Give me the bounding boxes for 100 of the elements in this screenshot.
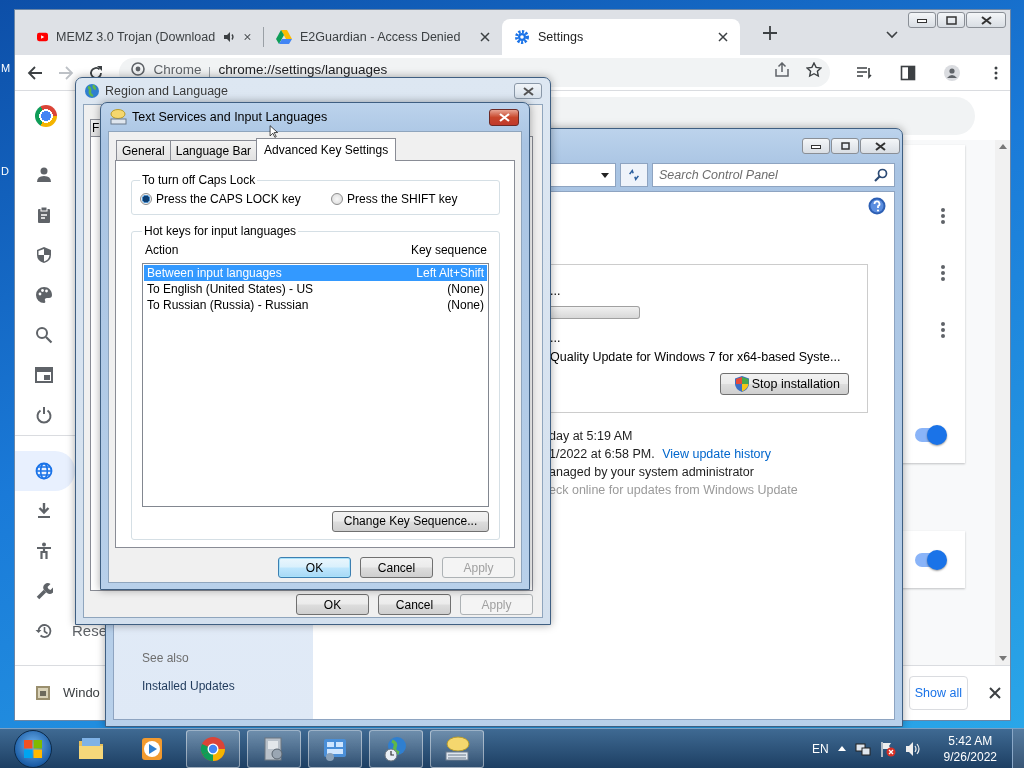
- group-title: To turn off Caps Lock: [141, 173, 257, 188]
- share-icon[interactable]: [774, 62, 790, 78]
- action-text: To Russian (Russia) - Russian: [147, 296, 309, 314]
- status-text: ...: [550, 329, 562, 347]
- wrench-icon: [35, 582, 53, 600]
- dialog-tab[interactable]: Language Bar: [169, 140, 258, 160]
- dialog-button[interactable]: OK: [278, 557, 351, 578]
- change-key-sequence-button[interactable]: Change Key Sequence...: [332, 510, 489, 532]
- update-history-link[interactable]: View update history: [662, 447, 771, 462]
- dialog-button[interactable]: Cancel: [360, 557, 433, 578]
- more-vertical-icon: [941, 321, 945, 338]
- show-all-button[interactable]: Show all: [908, 676, 968, 710]
- nav-link[interactable]: Installed Updates: [142, 677, 313, 695]
- taskbar-button[interactable]: [247, 729, 301, 768]
- browser-icon: [199, 734, 227, 763]
- chevron-down-icon: [886, 31, 898, 39]
- radio-option[interactable]: Press the SHIFT key: [331, 190, 458, 209]
- more-options-button[interactable]: [941, 207, 945, 224]
- more-vertical-icon: [941, 207, 945, 224]
- download-icon: [35, 502, 53, 520]
- close-button[interactable]: [966, 12, 1006, 28]
- reading-list-icon[interactable]: [856, 64, 872, 81]
- dialog-tab[interactable]: Advanced Key Settings: [256, 138, 397, 161]
- taskbar-button[interactable]: [186, 729, 240, 768]
- minimize-icon: [811, 143, 821, 149]
- keyboard-icon: [109, 109, 127, 125]
- dialog-tab[interactable]: General: [116, 140, 171, 160]
- dialog-button[interactable]: OK: [296, 594, 369, 615]
- start-button[interactable]: [14, 729, 52, 768]
- scroll-up-icon: [998, 144, 1007, 149]
- show-desktop-button[interactable]: [1012, 728, 1024, 768]
- browser-tab[interactable]: MEMZ 3.0 Trojan (Download: [25, 19, 263, 55]
- taskbar-button[interactable]: [430, 729, 484, 768]
- show-hidden-icons-icon[interactable]: [837, 746, 846, 751]
- browser-tab[interactable]: Settings: [502, 19, 740, 55]
- taskbar-button[interactable]: [308, 729, 362, 768]
- more-options-button[interactable]: [941, 264, 945, 281]
- sidebar-item[interactable]: [15, 451, 75, 491]
- close-icon: [874, 141, 886, 151]
- stop-installation-button[interactable]: Stop installation: [719, 373, 849, 396]
- section-heading: See also: [142, 650, 190, 667]
- group-title: Hot keys for input languages: [143, 224, 298, 239]
- network-icon[interactable]: [854, 740, 871, 757]
- key-sequence-text: Left Alt+Shift: [416, 264, 484, 282]
- palette-icon: [35, 286, 53, 304]
- info-text: 1/2022 at 6:58 PM.: [549, 447, 655, 462]
- flag-icon[interactable]: [879, 740, 896, 757]
- language-indicator[interactable]: EN: [811, 739, 829, 758]
- toggle-switch[interactable]: [915, 427, 945, 442]
- browser-tab[interactable]: E2Guardian - Access Denied: [264, 19, 502, 55]
- gear-icon: [514, 29, 530, 45]
- sidebar-item[interactable]: Rese: [15, 617, 108, 645]
- help-icon[interactable]: [868, 197, 886, 215]
- search-input[interactable]: Search Control Panel: [659, 165, 874, 185]
- accessibility-icon: [35, 542, 53, 560]
- dialog-button[interactable]: Cancel: [378, 594, 451, 615]
- shield-icon: [734, 376, 749, 393]
- list-row[interactable]: To Russian (Russia) - Russian (None): [144, 296, 487, 313]
- close-icon: [522, 86, 534, 96]
- taskbar-button[interactable]: [369, 729, 423, 768]
- radio-icon[interactable]: [331, 193, 343, 206]
- download-item[interactable]: Windo: [63, 683, 100, 703]
- profile-icon[interactable]: [944, 64, 960, 81]
- cursor-icon: [269, 125, 278, 138]
- side-panel-icon[interactable]: [900, 64, 916, 81]
- video-icon: [37, 31, 48, 43]
- close-button[interactable]: [489, 108, 519, 126]
- minimize-button[interactable]: [908, 12, 936, 28]
- dropdown-arrow-icon[interactable]: [601, 172, 609, 178]
- close-icon[interactable]: [480, 32, 490, 42]
- volume-icon[interactable]: [904, 740, 921, 757]
- maximize-icon: [945, 15, 957, 25]
- more-options-button[interactable]: [941, 321, 945, 338]
- close-icon[interactable]: [244, 32, 251, 42]
- close-button[interactable]: [514, 83, 542, 99]
- refresh-button[interactable]: [620, 163, 648, 187]
- toggle-switch[interactable]: [915, 552, 945, 567]
- maximize-button[interactable]: [937, 12, 965, 28]
- close-button[interactable]: [860, 138, 900, 154]
- maximize-button[interactable]: [831, 138, 859, 154]
- url-text: chrome://settings/languages: [218, 62, 388, 77]
- site-info-icon: [131, 62, 146, 76]
- minimize-button[interactable]: [802, 138, 830, 154]
- radio-icon[interactable]: [140, 193, 152, 206]
- clipboard-icon: [35, 206, 53, 224]
- close-icon[interactable]: [718, 32, 728, 42]
- radio-option[interactable]: Press the CAPS LOCK key: [140, 190, 331, 209]
- info-text: anaged by your system administrator: [549, 465, 754, 480]
- search-box[interactable]: Search Control Panel: [652, 163, 895, 187]
- scrollbar[interactable]: [995, 140, 1010, 665]
- column-header: Action: [145, 241, 179, 259]
- sidebar-label: Rese: [72, 620, 108, 641]
- star-icon[interactable]: [806, 62, 822, 78]
- scroll-down-icon: [998, 656, 1007, 661]
- close-icon: [498, 112, 510, 122]
- clock-date[interactable]: 9/26/2022: [943, 748, 997, 765]
- window-icon: [35, 366, 53, 384]
- list-row[interactable]: To English (United States) - US (None): [144, 280, 487, 297]
- speaker-icon: [223, 31, 237, 44]
- clock-time[interactable]: 5:42 AM: [948, 732, 993, 749]
